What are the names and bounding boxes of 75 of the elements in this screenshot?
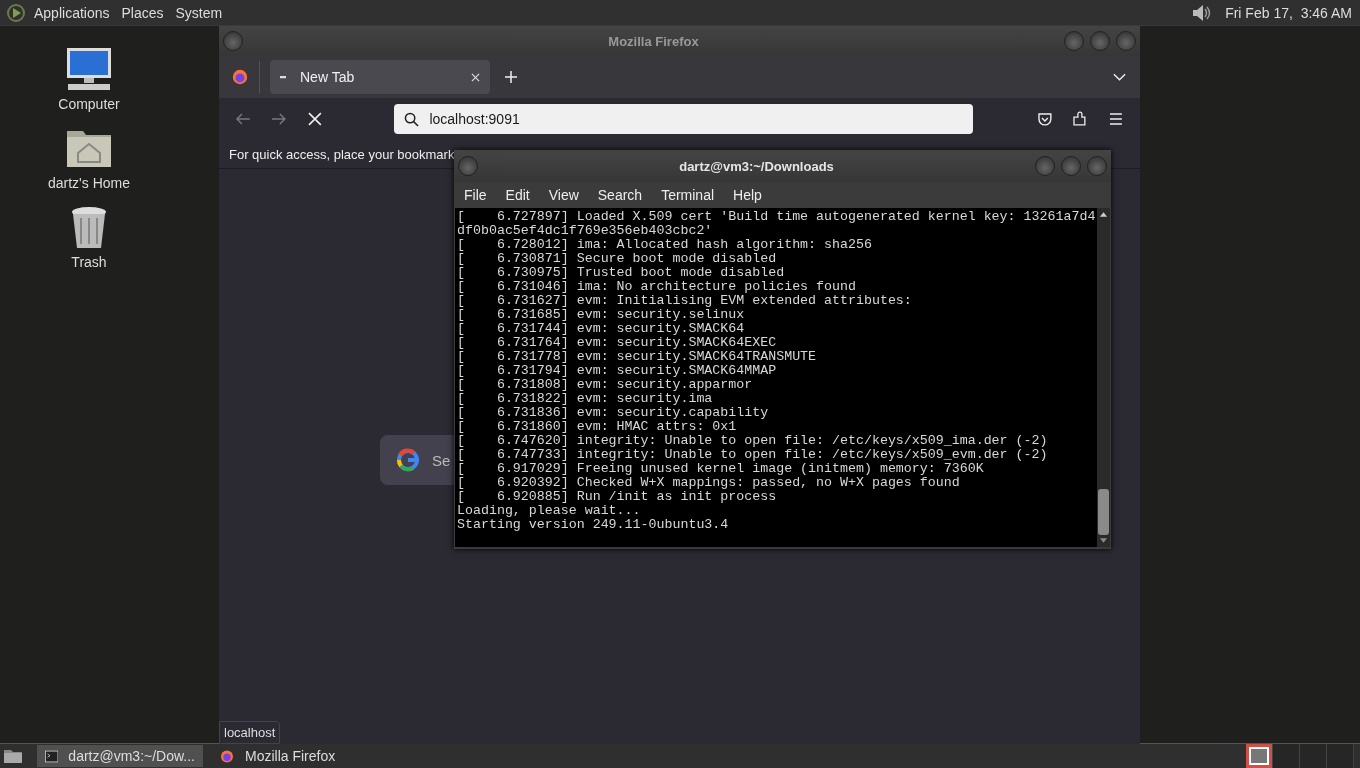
window-title: Mozilla Firefox (607, 33, 700, 49)
terminal-line: [ 6.920885] Run /init as init process (457, 490, 778, 504)
terminal-line: [ 6.731764] evm: security.SMACK64EXEC (457, 336, 778, 350)
pocket-icon[interactable] (1036, 111, 1053, 127)
terminal-line: [ 6.917029] Freeing unused kernel image (initmem) memory: 7360K (457, 462, 985, 476)
desktop-icon-label[interactable]: dartz's Home (48, 175, 130, 191)
clock[interactable]: Fri Feb 17, 3:46 AM (1225, 4, 1352, 21)
new-tab-icon[interactable] (504, 70, 518, 84)
menu-item[interactable]: Edit (497, 187, 538, 203)
window-title: dartz@vm3:~/Downloads (678, 158, 835, 174)
menu-item[interactable]: Terminal (653, 187, 723, 203)
scrollbar-thumb[interactable] (1098, 489, 1109, 535)
terminal-line: [ 6.731822] evm: security.ima (457, 392, 714, 406)
terminal-line: [ 6.747733] integrity: Unable to open file: /etc/keys/x509_evm.der (-2) (457, 448, 1049, 462)
desktop-icon-label[interactable]: Trash (71, 254, 107, 270)
forward-icon[interactable] (270, 111, 287, 127)
close-button[interactable] (1087, 156, 1107, 176)
terminal-line: df0b0ac5ef4dc1f769e356eb403cbc2' (457, 224, 714, 238)
window-menu-button[interactable] (223, 31, 243, 51)
terminal-line: Loading, please wait... (457, 504, 642, 518)
show-desktop-icon[interactable] (3, 748, 23, 764)
terminal-line: Starting version 249.11-0ubuntu3.4 (457, 518, 730, 532)
distro-logo-icon[interactable] (6, 2, 26, 23)
scroll-down-icon[interactable] (1099, 538, 1108, 544)
terminal-line: [ 6.731794] evm: security.SMACK64MMAP (457, 364, 778, 378)
menu-icon[interactable] (1108, 111, 1125, 127)
terminal-line: [ 6.731627] evm: Initialising EVM extended attributes: (457, 294, 913, 308)
bookmarks-hint: For quick access, place your bookmark (229, 146, 455, 162)
tab-list-icon[interactable] (1113, 73, 1126, 81)
computer-icon[interactable] (64, 46, 114, 92)
panel-menu[interactable]: System (175, 4, 223, 21)
menu-item[interactable]: Help (725, 187, 770, 203)
maximize-button[interactable] (1061, 156, 1081, 176)
back-icon[interactable] (235, 111, 251, 127)
terminal-line: [ 6.731778] evm: security.SMACK64TRANSMUTE (457, 350, 818, 364)
terminal-line: [ 6.731836] evm: security.capability (457, 406, 770, 420)
address-field[interactable]: localhost:9091 (394, 104, 973, 134)
window-menu-button[interactable] (458, 156, 478, 176)
google-logo-icon (396, 448, 420, 472)
firefox-logo-icon[interactable] (231, 68, 249, 86)
terminal-line: [ 6.730871] Secure boot mode disabled (457, 252, 778, 266)
status-tooltip: localhost (219, 721, 281, 744)
taskbar-button[interactable]: dartz@vm3:~/Dow... (37, 745, 203, 767)
terminal-line: [ 6.731046] ima: No architecture policies found (457, 280, 857, 294)
minimize-button[interactable] (1035, 156, 1055, 176)
scrollbar[interactable] (1097, 208, 1110, 547)
terminal-line: [ 6.730975] Trusted boot mode disabled (457, 266, 786, 280)
terminal-line: [ 6.747620] integrity: Unable to open file: /etc/keys/x509_ima.der (-2) (457, 434, 1049, 448)
close-button[interactable] (1116, 31, 1136, 51)
terminal-line: [ 6.920392] Checked W+X mappings: passed, no W+X pages found (457, 476, 961, 490)
desktop-icon-label[interactable]: Computer (58, 96, 120, 112)
scroll-up-icon[interactable] (1099, 211, 1108, 217)
terminal-line: [ 6.731744] evm: security.SMACK64 (457, 322, 746, 336)
search-field[interactable]: Se (380, 435, 454, 485)
terminal-line: [ 6.731808] evm: security.apparmor (457, 378, 754, 392)
terminal-line: [ 6.731685] evm: security.selinux (457, 308, 746, 322)
terminal-icon (45, 748, 59, 764)
browser-tab[interactable]: New Tab (270, 60, 490, 94)
terminal-line: [ 6.727897] Loaded X.509 cert 'Build time autogenerated kernel key: 13261a7d4 (457, 210, 1097, 224)
panel-menu[interactable]: Applications (34, 4, 110, 21)
workspace[interactable] (1246, 744, 1273, 768)
firefox-logo-icon (219, 748, 235, 764)
search-icon (404, 111, 420, 127)
taskbar-button[interactable]: Mozilla Firefox (211, 745, 377, 767)
menu-item[interactable]: View (540, 187, 587, 203)
terminal-line: [ 6.728012] ima: Allocated hash algorithm: sha256 (457, 238, 873, 252)
menu-item[interactable]: Search (589, 187, 651, 203)
panel-menu[interactable]: Places (121, 4, 164, 21)
minimize-button[interactable] (1064, 31, 1084, 51)
menu-item[interactable]: File (456, 187, 495, 203)
maximize-button[interactable] (1090, 31, 1110, 51)
terminal-line: [ 6.731860] evm: HMAC attrs: 0x1 (457, 420, 738, 434)
loading-icon (280, 75, 286, 79)
close-tab-icon[interactable] (471, 72, 480, 82)
stop-icon[interactable] (306, 111, 323, 127)
